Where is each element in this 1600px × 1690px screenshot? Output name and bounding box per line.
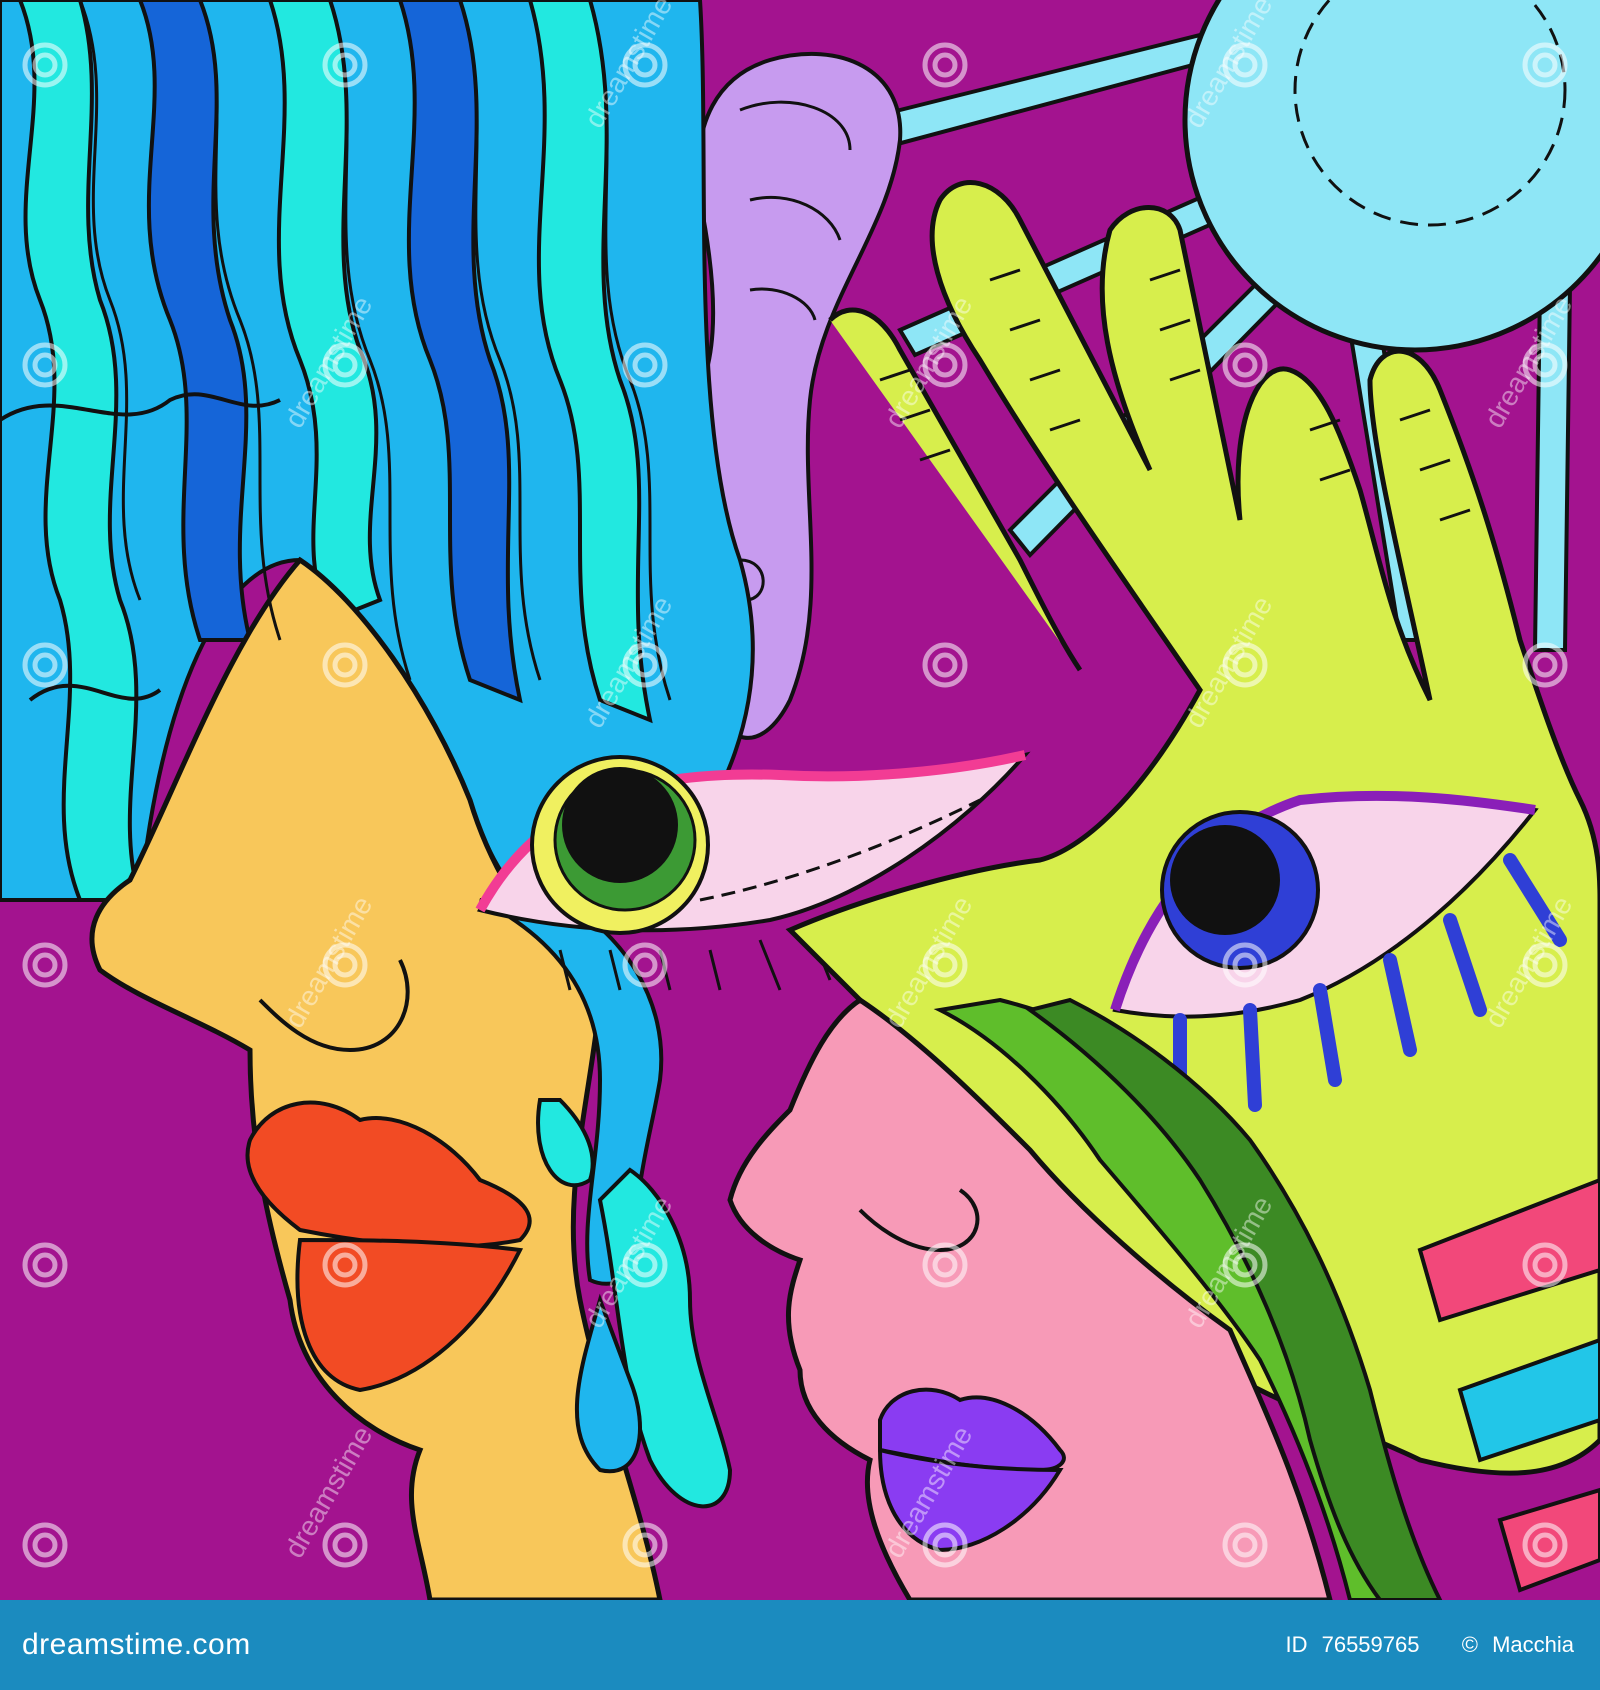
site-name[interactable]: dreamstime.com: [22, 1600, 251, 1690]
copyright-symbol: ©: [1461, 1632, 1478, 1657]
stock-footer-bar: dreamstime.com ID 76559765 © Macchia: [0, 1600, 1600, 1690]
id-label: ID: [1285, 1632, 1308, 1657]
image-id: 76559765: [1321, 1632, 1420, 1657]
author-name[interactable]: Macchia: [1492, 1600, 1574, 1690]
abstract-faces-illustration: [0, 0, 1600, 1600]
image-page: dreamstime dreamstime dreamstime dreamst…: [0, 0, 1600, 1690]
image-credit: ID 76559765 © Macchia: [1277, 1600, 1574, 1690]
